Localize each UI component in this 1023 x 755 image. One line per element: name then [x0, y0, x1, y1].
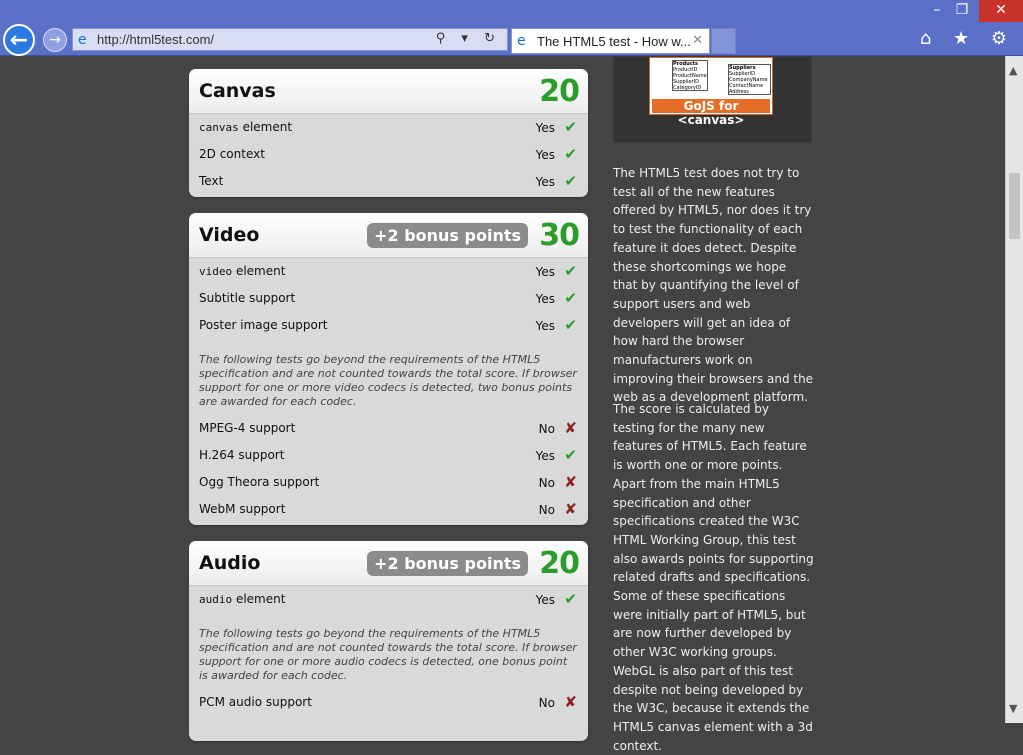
- test-label: element: [232, 592, 286, 606]
- card-title: Canvas: [199, 80, 276, 102]
- test-result: Yes: [535, 175, 555, 189]
- browser-toolbar: – ❐ ✕ ← → e http://html5test.com/ ⚲ ▾ ↻ …: [0, 0, 1023, 56]
- ad-banner-text: GoJS for <canvas>: [652, 99, 770, 127]
- card-header: Audio +2 bonus points 20: [189, 541, 588, 586]
- ie-logo-icon: e: [78, 32, 87, 48]
- card-header: Canvas 20: [189, 69, 588, 114]
- forward-arrow-icon: →: [49, 32, 61, 48]
- bonus-note: The following tests go beyond the requir…: [199, 353, 577, 408]
- score: 30: [539, 218, 580, 253]
- test-result: No: [538, 503, 555, 517]
- test-result: Yes: [535, 449, 555, 463]
- check-icon: ✔: [564, 446, 577, 464]
- forward-button[interactable]: →: [43, 28, 67, 52]
- bonus-badge: +2 bonus points: [367, 551, 528, 576]
- scroll-up-icon[interactable]: ▲: [1009, 64, 1017, 77]
- check-icon: ✔: [564, 316, 577, 334]
- test-label: Ogg Theora support: [199, 475, 320, 489]
- test-label-mono: video: [199, 265, 233, 278]
- back-arrow-icon: ←: [9, 27, 29, 53]
- scrollbar-thumb[interactable]: [1009, 173, 1020, 239]
- test-row: H.264 support Yes ✔: [189, 442, 588, 469]
- sidebar-paragraph: The HTML5 test does not try to test all …: [613, 166, 814, 405]
- address-input[interactable]: http://html5test.com/: [97, 32, 214, 47]
- test-label: element: [232, 264, 286, 278]
- test-label: element: [238, 120, 293, 134]
- test-label: H.264 support: [199, 448, 285, 462]
- check-icon: ✔: [564, 590, 577, 608]
- test-label: Subtitle support: [199, 291, 296, 305]
- test-result: No: [538, 422, 555, 436]
- sidebar-ad[interactable]: Products ProductID ProductName SupplierID…: [613, 56, 812, 143]
- address-bar[interactable]: e http://html5test.com/ ⚲ ▾ ↻: [72, 28, 508, 51]
- test-row: WebM support No ✘: [189, 496, 588, 523]
- test-label-mono: canvas: [199, 121, 239, 134]
- ad-diagram-box: Suppliers SupplierID CompanyName ContactN…: [728, 64, 771, 95]
- test-result: Yes: [535, 292, 555, 306]
- test-label: 2D context: [199, 147, 265, 161]
- check-icon: ✔: [564, 172, 577, 190]
- test-result: No: [538, 476, 555, 490]
- tab-title: The HTML5 test - How w...: [537, 34, 691, 49]
- test-label-mono: audio: [199, 593, 233, 606]
- gojs-ad-image[interactable]: Products ProductID ProductName SupplierID…: [649, 57, 773, 127]
- bonus-note: The following tests go beyond the requir…: [199, 627, 577, 682]
- maximize-button[interactable]: ❐: [950, 0, 974, 22]
- test-row: Poster image support Yes ✔: [189, 312, 588, 339]
- test-row: Subtitle support Yes ✔: [189, 285, 588, 312]
- cross-icon: ✘: [564, 419, 577, 437]
- vertical-scrollbar[interactable]: ▲ ▼: [1005, 56, 1023, 723]
- score: 20: [539, 74, 580, 109]
- tab-html5test[interactable]: e The HTML5 test - How w... ✕: [511, 28, 710, 54]
- score: 20: [539, 546, 580, 581]
- cross-icon: ✘: [564, 500, 577, 518]
- test-label: WebM support: [199, 502, 286, 516]
- canvas-card: Canvas 20 canvas element Yes ✔ 2D contex…: [189, 69, 588, 197]
- test-label: Text: [199, 174, 224, 188]
- check-icon: ✔: [564, 145, 577, 163]
- test-row: audio element Yes ✔: [189, 586, 588, 613]
- test-row: Ogg Theora support No ✘: [189, 469, 588, 496]
- test-row: PCM audio support No ✘: [189, 689, 588, 716]
- test-row: MPEG-4 support No ✘: [189, 415, 588, 442]
- scroll-down-icon[interactable]: ▼: [1009, 702, 1017, 715]
- address-tools[interactable]: ⚲ ▾ ↻: [436, 31, 501, 46]
- test-result: Yes: [535, 319, 555, 333]
- test-row: video element Yes ✔: [189, 258, 588, 285]
- check-icon: ✔: [564, 262, 577, 280]
- ad-diagram-box: Products ProductID ProductName SupplierID…: [672, 60, 708, 91]
- minimize-button[interactable]: –: [927, 0, 947, 22]
- toolbar-icons[interactable]: ⌂ ★ ⚙: [920, 28, 1015, 49]
- video-card: Video +2 bonus points 30 video element Y…: [189, 213, 588, 525]
- test-label: Poster image support: [199, 318, 328, 332]
- tab-close-icon[interactable]: ✕: [692, 33, 703, 48]
- audio-card: Audio +2 bonus points 20 audio element Y…: [189, 541, 588, 741]
- test-row: Text Yes ✔: [189, 168, 588, 195]
- close-window-button[interactable]: ✕: [979, 0, 1023, 22]
- card-title: Video: [199, 224, 260, 246]
- back-button[interactable]: ←: [3, 24, 35, 56]
- test-result: Yes: [535, 265, 555, 279]
- test-row: canvas element Yes ✔: [189, 114, 588, 141]
- card-title: Audio: [199, 552, 261, 574]
- test-result: Yes: [535, 593, 555, 607]
- ie-logo-icon: e: [517, 33, 526, 49]
- check-icon: ✔: [564, 289, 577, 307]
- sidebar-paragraph: The score is calculated by testing for t…: [613, 402, 814, 753]
- cross-icon: ✘: [564, 473, 577, 491]
- test-result: Yes: [535, 121, 555, 135]
- test-result: No: [538, 696, 555, 710]
- test-label: MPEG-4 support: [199, 421, 296, 435]
- test-row: 2D context Yes ✔: [189, 141, 588, 168]
- test-label: PCM audio support: [199, 695, 312, 709]
- check-icon: ✔: [564, 118, 577, 136]
- test-result: Yes: [535, 148, 555, 162]
- bonus-badge: +2 bonus points: [367, 223, 528, 248]
- cross-icon: ✘: [564, 693, 577, 711]
- card-header: Video +2 bonus points 30: [189, 213, 588, 258]
- new-tab-button[interactable]: [711, 28, 736, 54]
